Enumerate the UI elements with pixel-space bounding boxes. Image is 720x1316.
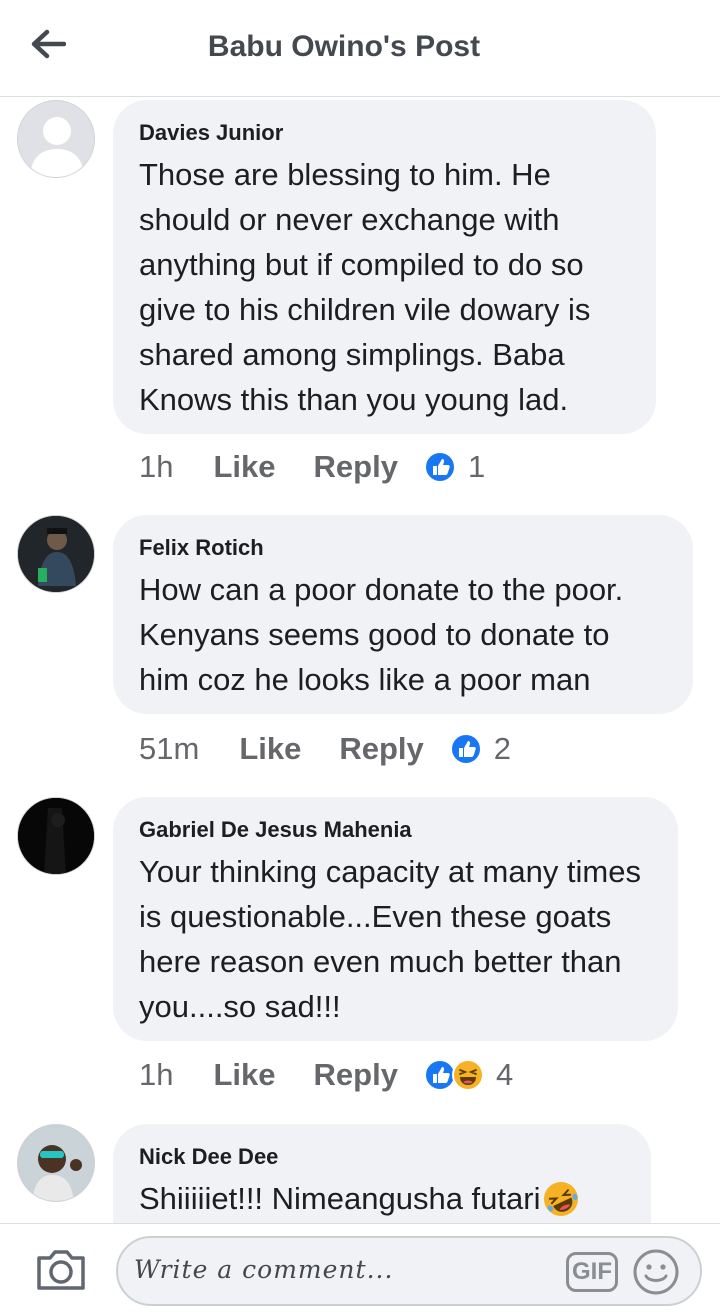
- like-reaction-icon: [423, 451, 456, 483]
- page-title: Babu Owino's Post: [207, 30, 481, 63]
- reaction-count: 1: [467, 449, 486, 484]
- comment-author[interactable]: Gabriel De Jesus Mahenia: [139, 815, 652, 845]
- comment-actions: 1h Like Reply 4: [139, 1057, 513, 1093]
- avatar[interactable]: [17, 1124, 95, 1202]
- comment-list: Davies Junior Those are blessing to him.…: [0, 97, 720, 1223]
- gif-button[interactable]: GIF: [566, 1252, 618, 1292]
- reply-button[interactable]: Reply: [339, 731, 423, 767]
- camera-button[interactable]: [34, 1244, 88, 1294]
- comment-time: 51m: [139, 731, 200, 766]
- emoji-button[interactable]: [632, 1248, 680, 1296]
- comment-author[interactable]: Nick Dee Dee: [139, 1142, 625, 1172]
- comment-text: How can a poor donate to the poor. Kenya…: [139, 572, 624, 697]
- comment-time: 1h: [139, 1057, 174, 1092]
- avatar[interactable]: [17, 100, 95, 178]
- comment-bubble[interactable]: Gabriel De Jesus Mahenia Your thinking c…: [113, 797, 678, 1041]
- avatar[interactable]: [17, 515, 95, 593]
- user-photo: [18, 798, 94, 874]
- reply-button[interactable]: Reply: [314, 1057, 398, 1093]
- reaction-count: 4: [495, 1057, 514, 1092]
- reaction-summary[interactable]: 2: [449, 731, 512, 767]
- comment-bubble[interactable]: Felix Rotich How can a poor donate to th…: [113, 515, 693, 714]
- comment-input-placeholder: Write a comment...: [134, 1255, 394, 1284]
- comment-text: Your thinking capacity at many times is …: [139, 854, 641, 1024]
- comment-composer: Write a comment... GIF: [0, 1223, 720, 1316]
- comment-actions: 1h Like Reply 1: [139, 449, 485, 485]
- like-button[interactable]: Like: [239, 731, 301, 767]
- user-photo: [18, 516, 94, 592]
- comment-author[interactable]: Felix Rotich: [139, 533, 667, 563]
- top-bar: Babu Owino's Post: [0, 0, 720, 97]
- camera-icon: [37, 1250, 85, 1290]
- comment-time: 1h: [139, 449, 174, 484]
- comment-input[interactable]: Write a comment... GIF: [116, 1236, 702, 1306]
- comment-bubble[interactable]: Davies Junior Those are blessing to him.…: [113, 100, 656, 434]
- haha-reaction-icon: [451, 1059, 484, 1091]
- rolling-laughing-emoji: [544, 1181, 579, 1216]
- default-avatar-icon: [18, 101, 94, 177]
- reaction-count: 2: [493, 731, 512, 766]
- comment-actions: 51m Like Reply 2: [139, 731, 511, 767]
- comment-text: Those are blessing to him. He should or …: [139, 157, 591, 417]
- reaction-summary[interactable]: 1: [423, 449, 486, 485]
- comment-author[interactable]: Davies Junior: [139, 118, 630, 148]
- like-button[interactable]: Like: [213, 449, 275, 485]
- smiley-icon: [633, 1249, 679, 1295]
- reaction-summary[interactable]: 4: [423, 1057, 514, 1093]
- comment-text-content: Shiiiiiet!!! Nimeangusha futari: [139, 1181, 541, 1216]
- user-photo: [18, 1125, 94, 1201]
- like-reaction-icon: [449, 733, 482, 765]
- reply-button[interactable]: Reply: [314, 449, 398, 485]
- comment-bubble[interactable]: Nick Dee Dee Shiiiiiet!!! Nimeangusha fu…: [113, 1124, 651, 1223]
- like-button[interactable]: Like: [213, 1057, 275, 1093]
- avatar[interactable]: [17, 797, 95, 875]
- comment-text: Shiiiiiet!!! Nimeangusha futari: [139, 1176, 625, 1221]
